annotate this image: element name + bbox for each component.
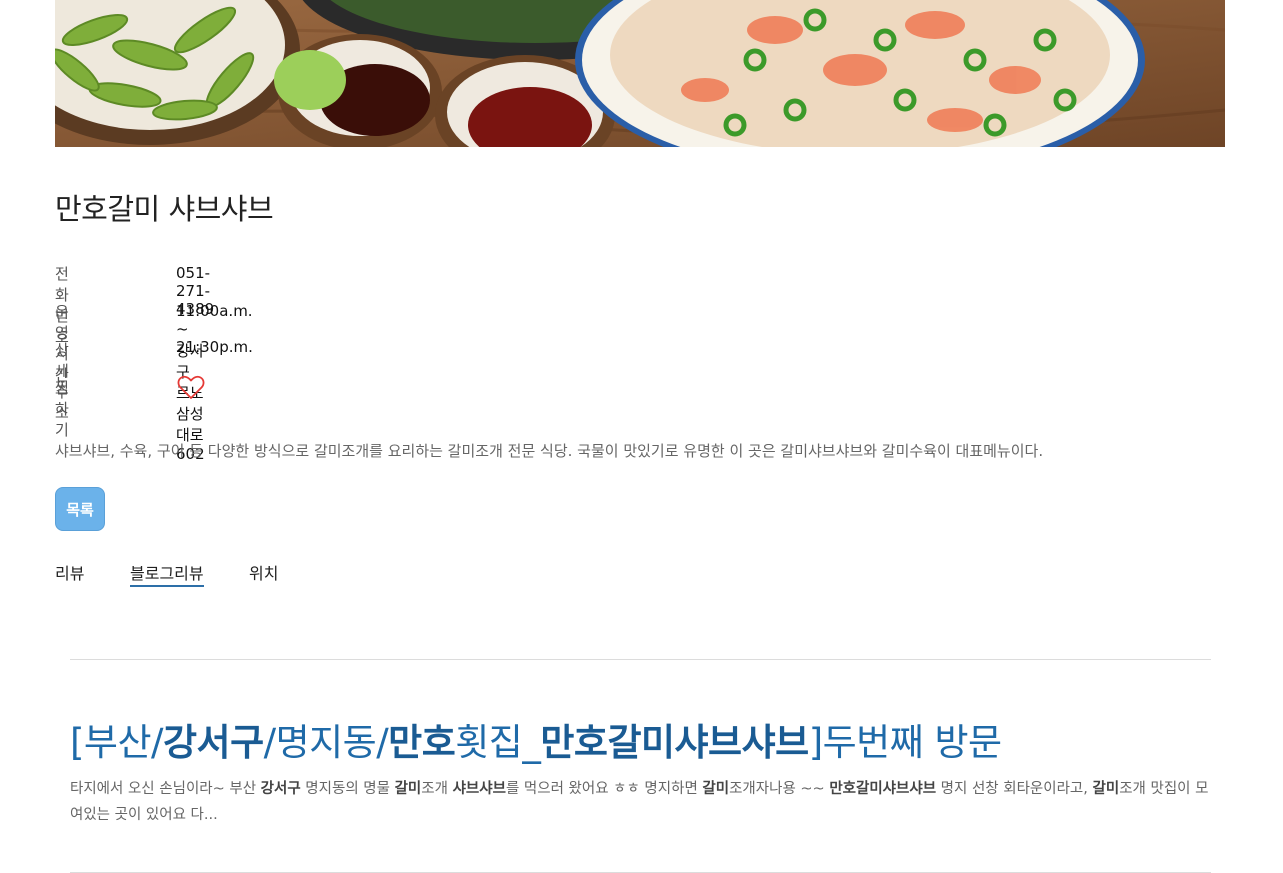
tab-reviews[interactable]: 리뷰: [55, 560, 84, 584]
excerpt-part-bold: 만호갈미샤브샤브: [829, 781, 937, 797]
tab-location[interactable]: 위치: [249, 560, 278, 584]
excerpt-part: 명지동의 명물: [300, 781, 395, 797]
title-part: 횟집_: [455, 721, 541, 764]
title-part: /명지동/: [263, 721, 389, 764]
hero-food-photo: [55, 0, 1225, 147]
favorite-label: 찜하기: [55, 379, 69, 439]
restaurant-name: 만호갈미 샤브샤브: [55, 192, 274, 226]
title-part: ]두번째 방문: [808, 721, 1002, 764]
restaurant-description: 샤브샤브, 수육, 구이 등 다양한 방식으로 갈미조개를 요리하는 갈미조개 …: [55, 442, 1044, 460]
excerpt-part-bold: 갈미: [1092, 781, 1120, 797]
excerpt-part: 타지에서 오신 손님이라~ 부산: [70, 781, 261, 797]
excerpt-part: 명지 선창 회타운이라고,: [936, 781, 1093, 797]
title-part: [부산/: [70, 721, 163, 764]
excerpt-part-bold: 강서구: [260, 781, 301, 797]
excerpt-part: 조개자나용 ~~: [729, 781, 830, 797]
blog-post-title[interactable]: [부산/강서구/명지동/만호횟집_만호갈미샤브샤브]두번째 방문: [70, 712, 1002, 766]
excerpt-part: 조개: [421, 781, 453, 797]
title-part-bold: 강서구: [162, 721, 264, 764]
tab-blog-reviews[interactable]: 블로그리뷰: [130, 560, 204, 587]
divider-top: [70, 659, 1211, 660]
excerpt-part-bold: 갈미: [702, 781, 730, 797]
excerpt-part: 를 먹으러 왔어요 ㅎㅎ 명지하면: [505, 781, 703, 797]
excerpt-part-bold: 샤브샤브: [452, 781, 506, 797]
excerpt-part-bold: 갈미: [394, 781, 422, 797]
title-part-bold: 만호갈미샤브샤브: [540, 721, 809, 764]
list-button[interactable]: 목록: [55, 487, 105, 531]
title-part-bold: 만호: [388, 721, 456, 764]
heart-outline-icon[interactable]: [176, 372, 206, 402]
blog-post-excerpt: 타지에서 오신 손님이라~ 부산 강서구 명지동의 명물 갈미조개 샤브샤브를 …: [70, 776, 1211, 828]
